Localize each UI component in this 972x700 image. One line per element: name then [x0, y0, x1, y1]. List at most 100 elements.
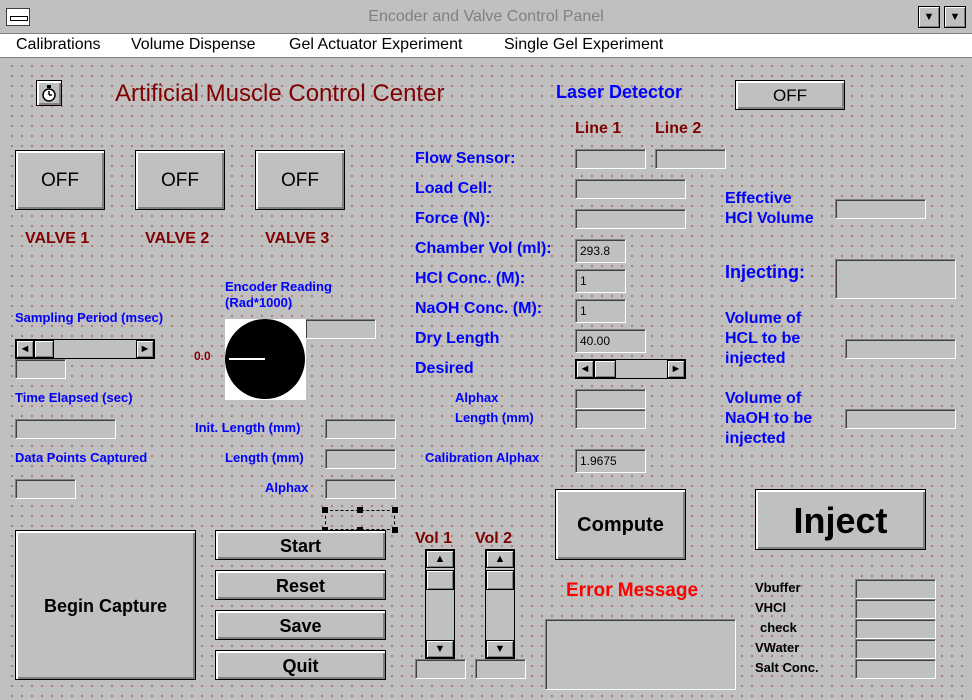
line-1-label: Line 1: [575, 120, 622, 137]
scrollbar-thumb[interactable]: [486, 570, 514, 590]
load-cell-label: Load Cell:: [415, 180, 493, 197]
desired-slider[interactable]: ◄ ►: [575, 359, 686, 379]
alphax-length-label-1: Alphax: [455, 390, 499, 405]
valve-1-label: VALVE 1: [25, 230, 90, 247]
slider-thumb[interactable]: [594, 360, 616, 378]
data-points-field: [15, 479, 76, 499]
vol-hcl-label-3: injected: [725, 350, 786, 367]
menu-bar: Calibrations Volume Dispense Gel Actuato…: [0, 34, 972, 58]
vol-2-label: Vol 2: [475, 530, 513, 547]
encoder-reading-field: [305, 319, 376, 339]
check-label: check: [760, 620, 797, 635]
vwater-label: VWater: [755, 640, 800, 655]
encoder-reading-label: Encoder Reading: [225, 279, 332, 294]
left-arrow-icon[interactable]: ◄: [576, 360, 594, 378]
calibration-alphax-field[interactable]: 1.9675: [575, 449, 646, 473]
vhcl-label: VHCl: [755, 600, 787, 615]
line-2-label: Line 2: [655, 120, 702, 137]
page-title: Artificial Muscle Control Center: [115, 80, 445, 107]
length-label: Length (mm): [225, 450, 304, 465]
flow-sensor-line2-field: [655, 149, 726, 169]
data-points-label: Data Points Captured: [15, 450, 148, 465]
alphax-field-top: [575, 389, 646, 409]
minimize-icon[interactable]: ▼: [918, 6, 940, 28]
reset-button[interactable]: Reset: [215, 570, 386, 600]
injecting-label: Injecting:: [725, 262, 805, 282]
right-arrow-icon[interactable]: ►: [667, 360, 685, 378]
vol-hcl-field: [845, 339, 956, 359]
vol-2-scrollbar[interactable]: ▲ ▼: [485, 549, 515, 659]
system-menu-icon[interactable]: [6, 8, 30, 26]
vol-naoh-field: [845, 409, 956, 429]
save-button[interactable]: Save: [215, 610, 386, 640]
error-message-label: Error Message: [566, 580, 699, 601]
left-arrow-icon[interactable]: ◄: [16, 340, 34, 358]
up-arrow-icon[interactable]: ▲: [426, 550, 454, 568]
start-button[interactable]: Start: [215, 530, 386, 560]
slider-thumb[interactable]: [34, 340, 54, 358]
resize-handle[interactable]: [322, 507, 328, 513]
effective-label-2: HCl Volume: [725, 210, 814, 227]
alphax-label: Alphax: [265, 480, 309, 495]
vol-naoh-label-2: NaOH to be: [725, 410, 813, 427]
alphax-field: [325, 479, 396, 499]
resize-handle[interactable]: [392, 527, 398, 533]
encoder-dial: [225, 319, 306, 400]
scrollbar-thumb[interactable]: [426, 570, 454, 590]
laser-toggle-button[interactable]: OFF: [735, 80, 845, 110]
alphax-length-label-2: Length (mm): [455, 410, 534, 425]
vol-2-field: [475, 659, 526, 679]
encoder-zero-label: 0.0: [194, 349, 211, 363]
error-message-box: [545, 619, 736, 690]
effective-hcl-volume-field: [835, 199, 926, 219]
menu-volume-dispense[interactable]: Volume Dispense: [131, 34, 256, 58]
menu-calibrations[interactable]: Calibrations: [16, 34, 100, 58]
effective-label-1: Effective: [725, 190, 792, 207]
vhcl-field: [855, 599, 936, 619]
flow-sensor-line1-field: [575, 149, 646, 169]
vbuffer-label: Vbuffer: [755, 580, 801, 595]
down-arrow-icon[interactable]: ▼: [426, 640, 454, 658]
up-arrow-icon[interactable]: ▲: [486, 550, 514, 568]
length-field-bottom: [575, 409, 646, 429]
valve-2-button[interactable]: OFF: [135, 150, 225, 210]
chamber-vol-label: Chamber Vol (ml):: [415, 240, 552, 257]
hcl-conc-field[interactable]: 1: [575, 269, 626, 293]
dry-length-field[interactable]: 40.00: [575, 329, 646, 353]
injecting-field: [835, 259, 956, 299]
inject-button[interactable]: Inject: [755, 489, 926, 550]
vol-1-label: Vol 1: [415, 530, 453, 547]
chamber-vol-field[interactable]: 293.8: [575, 239, 626, 263]
sampling-period-label: Sampling Period (msec): [15, 310, 164, 325]
vol-hcl-label-1: Volume of: [725, 310, 802, 327]
title-bar: Encoder and Valve Control Panel ▼ ▼: [0, 0, 972, 34]
menu-single-gel-experiment[interactable]: Single Gel Experiment: [504, 34, 663, 58]
menu-gel-actuator-experiment[interactable]: Gel Actuator Experiment: [289, 34, 462, 58]
force-label: Force (N):: [415, 210, 491, 227]
maximize-icon[interactable]: ▼: [944, 6, 966, 28]
naoh-conc-label: NaOH Conc. (M):: [415, 300, 543, 317]
init-length-field: [325, 419, 396, 439]
right-arrow-icon[interactable]: ►: [136, 340, 154, 358]
quit-button[interactable]: Quit: [215, 650, 386, 680]
compute-button[interactable]: Compute: [555, 489, 686, 560]
valve-1-button[interactable]: OFF: [15, 150, 105, 210]
valve-3-label: VALVE 3: [265, 230, 330, 247]
check-field: [855, 619, 936, 639]
salt-conc-label: Salt Conc.: [755, 660, 819, 675]
sampling-period-field[interactable]: [15, 359, 66, 379]
begin-capture-button[interactable]: Begin Capture: [15, 530, 196, 680]
vol-1-scrollbar[interactable]: ▲ ▼: [425, 549, 455, 659]
dry-length-label: Dry Length: [415, 330, 500, 347]
resize-handle[interactable]: [357, 507, 363, 513]
stopwatch-icon[interactable]: [36, 80, 62, 106]
window-title: Encoder and Valve Control Panel: [368, 8, 604, 25]
resize-handle[interactable]: [392, 507, 398, 513]
sampling-period-slider[interactable]: ◄ ►: [15, 339, 155, 359]
vol-hcl-label-2: HCL to be: [725, 330, 801, 347]
salt-conc-field: [855, 659, 936, 679]
flow-sensor-label: Flow Sensor:: [415, 150, 516, 167]
valve-3-button[interactable]: OFF: [255, 150, 345, 210]
naoh-conc-field[interactable]: 1: [575, 299, 626, 323]
down-arrow-icon[interactable]: ▼: [486, 640, 514, 658]
